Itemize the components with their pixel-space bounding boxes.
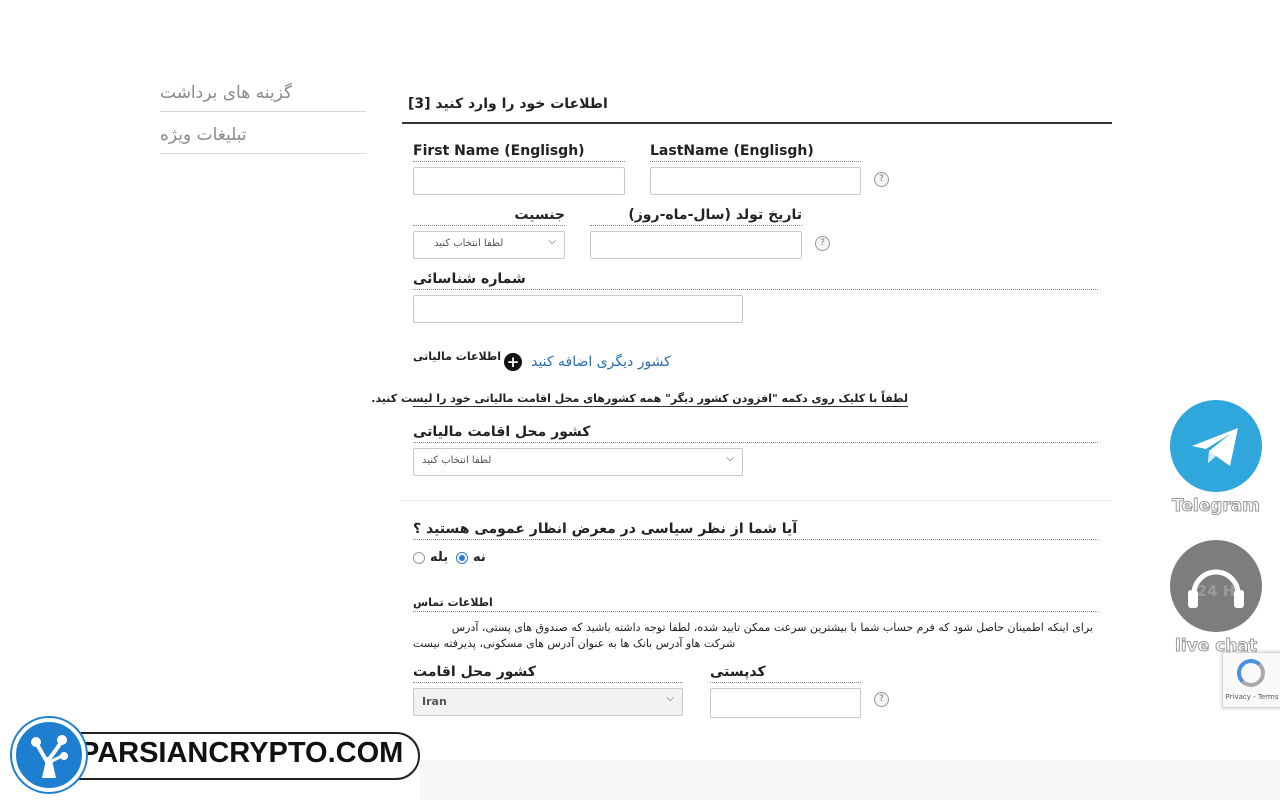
residence-country-value: Iran	[422, 695, 447, 708]
sidebar-item-special-ads[interactable]: تبلیغات ویژه	[160, 125, 366, 154]
form-title: اطلاعات خود را وارد کنید [3]	[408, 96, 608, 112]
postal-code-label: کدپستی	[710, 664, 861, 683]
contact-note-line-2: شرکت هاو آدرس بانک ها به عنوان آدرس های …	[413, 637, 736, 650]
tax-country-label: کشور محل اقامت مالیاتی	[413, 424, 1098, 443]
id-number-label: شماره شناسائی	[413, 271, 1098, 290]
watermark-text: PARSIANCRYPTO.COM	[80, 737, 404, 769]
section-divider	[402, 500, 1110, 501]
recaptcha-icon	[1237, 659, 1265, 687]
recaptcha-badge[interactable]: Privacy - Terms	[1222, 652, 1280, 708]
gender-select-value: لطفا انتخاب کنید	[434, 238, 504, 249]
help-icon[interactable]: ?	[815, 236, 830, 251]
last-name-label: LastName (Englisgh)	[650, 143, 861, 162]
tax-info-label: اطلاعات مالیاتی	[413, 350, 501, 363]
first-name-field[interactable]	[413, 167, 625, 195]
add-country-button[interactable]: + کشور دیگری اضافه کنید	[504, 351, 671, 371]
telegram-button[interactable]: Telegram	[1168, 400, 1264, 520]
telegram-icon	[1170, 400, 1262, 492]
pep-question: آیا شما از نظر سیاسی در معرض انظار عمومی…	[413, 521, 1098, 540]
postal-code-field[interactable]	[710, 688, 861, 718]
brand-logo-icon	[12, 718, 86, 792]
help-icon[interactable]: ?	[874, 692, 889, 707]
recaptcha-text: Privacy - Terms	[1225, 693, 1279, 701]
add-country-link[interactable]: کشور دیگری اضافه کنید	[531, 354, 671, 370]
chevron-down-icon: ⌵	[666, 693, 674, 704]
sidebar-item-withdrawal-options[interactable]: گزینه های برداشت	[160, 83, 366, 112]
residence-country-label: کشور محل اقامت	[413, 664, 683, 683]
help-icon[interactable]: ?	[874, 172, 889, 187]
tax-country-select-value: لطفا انتخاب کنید	[422, 455, 492, 466]
livechat-badge: 24 H	[1196, 582, 1236, 600]
contact-note-line-1: برای اینکه اطمینان حاصل شود که فرم حساب …	[451, 621, 1093, 634]
title-divider	[402, 122, 1112, 124]
birthdate-field[interactable]	[590, 231, 802, 259]
pep-yes-radio[interactable]	[413, 552, 425, 564]
watermark-logo: PARSIANCRYPTO.COM	[12, 718, 424, 792]
gender-select[interactable]: لطفا انتخاب کنید ⌵	[413, 231, 565, 259]
gender-label: جنسیت	[413, 207, 565, 226]
contact-info-label: اطلاعات تماس	[413, 596, 1098, 612]
telegram-label: Telegram	[1172, 496, 1261, 517]
sidebar-item-label: گزینه های برداشت	[160, 83, 293, 103]
pep-no-radio[interactable]	[456, 552, 468, 564]
livechat-button[interactable]: 24 H live chat	[1168, 540, 1264, 660]
tax-instruction: لطفاً با کلیک روی دکمه "افزودن کشور دیگر…	[371, 392, 908, 407]
footer-strip	[420, 760, 1280, 800]
first-name-label: First Name (Englisgh)	[413, 143, 625, 162]
pep-yes-label: بله	[430, 550, 449, 565]
plus-circle-icon: +	[504, 352, 522, 371]
pep-no-label: نه	[473, 550, 486, 565]
chevron-down-icon: ⌵	[548, 236, 556, 247]
contact-note: برای اینکه اطمینان حاصل شود که فرم حساب …	[413, 620, 1093, 652]
birthdate-label: تاریخ تولد (سال-ماه-روز)	[590, 207, 802, 226]
tax-country-select[interactable]: لطفا انتخاب کنید ⌵	[413, 448, 743, 476]
sidebar-item-label: تبلیغات ویژه	[160, 125, 247, 145]
residence-country-select[interactable]: Iran ⌵	[413, 688, 683, 716]
chevron-down-icon: ⌵	[726, 453, 734, 464]
last-name-field[interactable]	[650, 167, 861, 195]
id-number-field[interactable]	[413, 295, 743, 323]
headset-icon: 24 H	[1170, 540, 1262, 632]
